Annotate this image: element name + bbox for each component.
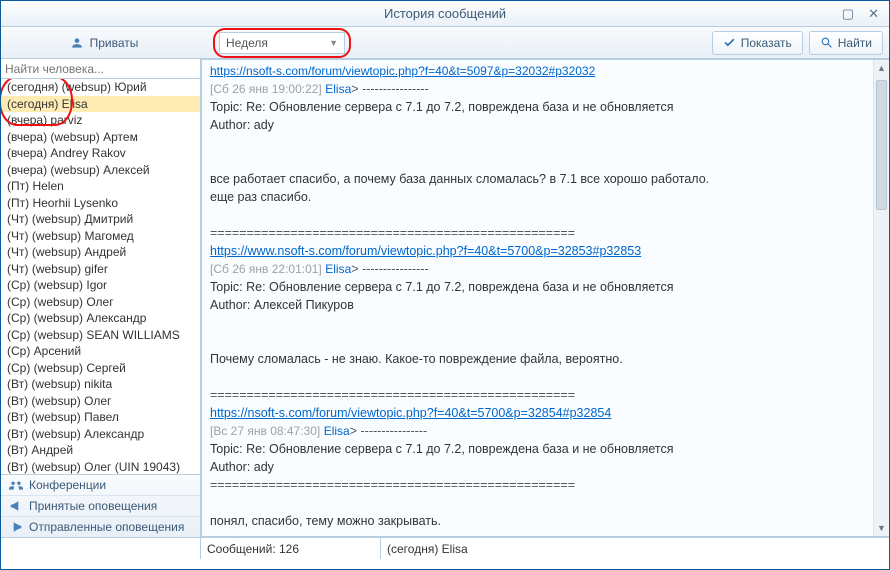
tab-received-alerts[interactable]: Принятые оповещения xyxy=(1,496,200,517)
message-link[interactable]: https://www.nsoft-s.com/forum/viewtopic.… xyxy=(210,244,641,258)
nickname: Elisa xyxy=(325,262,351,276)
contact-item[interactable]: (Чт) (websup) Магомед xyxy=(1,228,200,245)
find-button[interactable]: Найти xyxy=(809,31,883,55)
contact-item[interactable]: (Чт) (websup) Дмитрий xyxy=(1,211,200,228)
privates-tab[interactable]: Приваты xyxy=(7,31,201,55)
separator: > ---------------- xyxy=(350,424,427,438)
tab-received-label: Принятые оповещения xyxy=(29,499,157,513)
contact-item[interactable]: (Ср) (websup) SEAN WILLIAMS xyxy=(1,327,200,344)
timestamp: [Сб 26 янв 22:01:01] xyxy=(210,262,322,276)
contact-item[interactable]: (Пт) Heorhii Lysenko xyxy=(1,195,200,212)
message-author: Author: ady xyxy=(210,460,274,474)
contact-item[interactable]: (вчера) (websup) Артем xyxy=(1,129,200,146)
message-body: еще раз спасибо. xyxy=(210,190,311,204)
tab-sent-label: Отправленные оповещения xyxy=(29,520,184,534)
scrollbar[interactable]: ▲ ▼ xyxy=(873,60,889,536)
message-area[interactable]: https://nsoft-s.com/forum/viewtopic.php?… xyxy=(201,59,889,537)
message-body: Почему сломалась - не знаю. Какое-то пов… xyxy=(210,352,623,366)
period-select[interactable]: Неделя ▼ xyxy=(219,32,345,54)
person-icon xyxy=(70,36,84,50)
contact-item[interactable]: (Пт) Helen xyxy=(1,178,200,195)
divider: ========================================… xyxy=(210,226,575,240)
message-topic: Topic: Re: Обновление сервера с 7.1 до 7… xyxy=(210,280,674,294)
contact-item[interactable]: (Вт) (websup) Александр xyxy=(1,426,200,443)
tab-conferences-label: Конференции xyxy=(29,478,106,492)
period-value: Неделя xyxy=(226,36,268,50)
divider: ========================================… xyxy=(210,478,575,492)
timestamp: [Вс 27 янв 08:47:30] xyxy=(210,424,320,438)
show-button[interactable]: Показать xyxy=(712,31,803,55)
period-highlight: Неделя ▼ xyxy=(213,28,351,58)
scroll-thumb[interactable] xyxy=(876,80,887,210)
megaphone-out-icon xyxy=(9,520,23,534)
message-author: Author: ady xyxy=(210,118,274,132)
contact-item[interactable]: (Ср) Арсений xyxy=(1,343,200,360)
show-label: Показать xyxy=(741,36,792,50)
contact-item[interactable]: (Вт) (websup) Олег xyxy=(1,393,200,410)
contact-item[interactable]: (Вт) Андрей xyxy=(1,442,200,459)
window-title: История сообщений xyxy=(384,6,506,21)
toolbar: Приваты Неделя ▼ Показать Найти xyxy=(1,27,889,59)
contact-item[interactable]: (Ср) (websup) Igor xyxy=(1,277,200,294)
privates-label: Приваты xyxy=(90,36,139,50)
close-icon[interactable]: ✕ xyxy=(868,6,879,22)
search-input[interactable] xyxy=(1,59,200,79)
separator: > ---------------- xyxy=(351,262,428,276)
nickname: Elisa xyxy=(324,424,350,438)
contact-item[interactable]: (Ср) (websup) Александр xyxy=(1,310,200,327)
sidebar: (сегодня) (websup) Юрий(сегодня) Elisa(в… xyxy=(1,59,201,537)
nickname: Elisa xyxy=(325,82,351,96)
message-author: Author: Алексей Пикуров xyxy=(210,298,354,312)
message-link[interactable]: https://nsoft-s.com/forum/viewtopic.php?… xyxy=(210,406,611,420)
status-count: Сообщений: 126 xyxy=(201,538,381,559)
status-who: (сегодня) Elisa xyxy=(381,542,889,556)
contact-item[interactable]: (сегодня) Elisa xyxy=(1,96,200,113)
divider: ========================================… xyxy=(210,388,575,402)
message-topic: Topic: Re: Обновление сервера с 7.1 до 7… xyxy=(210,100,674,114)
contact-item[interactable]: (Ср) (websup) Сергей xyxy=(1,360,200,377)
contact-list[interactable]: (сегодня) (websup) Юрий(сегодня) Elisa(в… xyxy=(1,79,200,474)
contact-item[interactable]: (Чт) (websup) Андрей xyxy=(1,244,200,261)
message-body: все работает спасибо, а почему база данн… xyxy=(210,172,709,186)
message-link[interactable]: https://nsoft-s.com/forum/viewtopic.php?… xyxy=(210,64,595,78)
contact-item[interactable]: (Чт) (websup) gifer xyxy=(1,261,200,278)
megaphone-icon xyxy=(9,499,23,513)
window-buttons: ▢ ✕ xyxy=(842,6,889,22)
contact-item[interactable]: (сегодня) (websup) Юрий xyxy=(1,79,200,96)
contact-item[interactable]: (Вт) (websup) Олег (UIN 19043) xyxy=(1,459,200,475)
search-icon xyxy=(820,36,833,49)
find-label: Найти xyxy=(838,36,872,50)
tab-conferences[interactable]: Конференции xyxy=(1,475,200,496)
contact-item[interactable]: (вчера) parviz xyxy=(1,112,200,129)
sidebar-bottom-tabs: Конференции Принятые оповещения Отправле… xyxy=(1,474,200,537)
tab-sent-alerts[interactable]: Отправленные оповещения xyxy=(1,517,200,537)
separator: > ---------------- xyxy=(351,82,428,96)
maximize-icon[interactable]: ▢ xyxy=(842,6,854,22)
group-icon xyxy=(9,478,23,492)
scroll-down-icon[interactable]: ▼ xyxy=(874,520,889,536)
message-topic: Topic: Re: Обновление сервера с 7.1 до 7… xyxy=(210,442,674,456)
titlebar: История сообщений ▢ ✕ xyxy=(1,1,889,27)
contact-item[interactable]: (Ср) (websup) Олег xyxy=(1,294,200,311)
timestamp: [Сб 26 янв 19:00:22] xyxy=(210,82,322,96)
scroll-up-icon[interactable]: ▲ xyxy=(874,60,889,76)
contact-item[interactable]: (вчера) (websup) Алексей xyxy=(1,162,200,179)
check-icon xyxy=(723,36,736,49)
message-body: понял, спасибо, тему можно закрывать. xyxy=(210,514,441,528)
contact-item[interactable]: (Вт) (websup) Павел xyxy=(1,409,200,426)
contact-item[interactable]: (вчера) Andrey Rakov xyxy=(1,145,200,162)
content: https://nsoft-s.com/forum/viewtopic.php?… xyxy=(201,59,889,537)
contact-item[interactable]: (Вт) (websup) nikita xyxy=(1,376,200,393)
statusbar: Сообщений: 126 (сегодня) Elisa xyxy=(1,537,889,559)
chevron-down-icon: ▼ xyxy=(329,38,338,48)
